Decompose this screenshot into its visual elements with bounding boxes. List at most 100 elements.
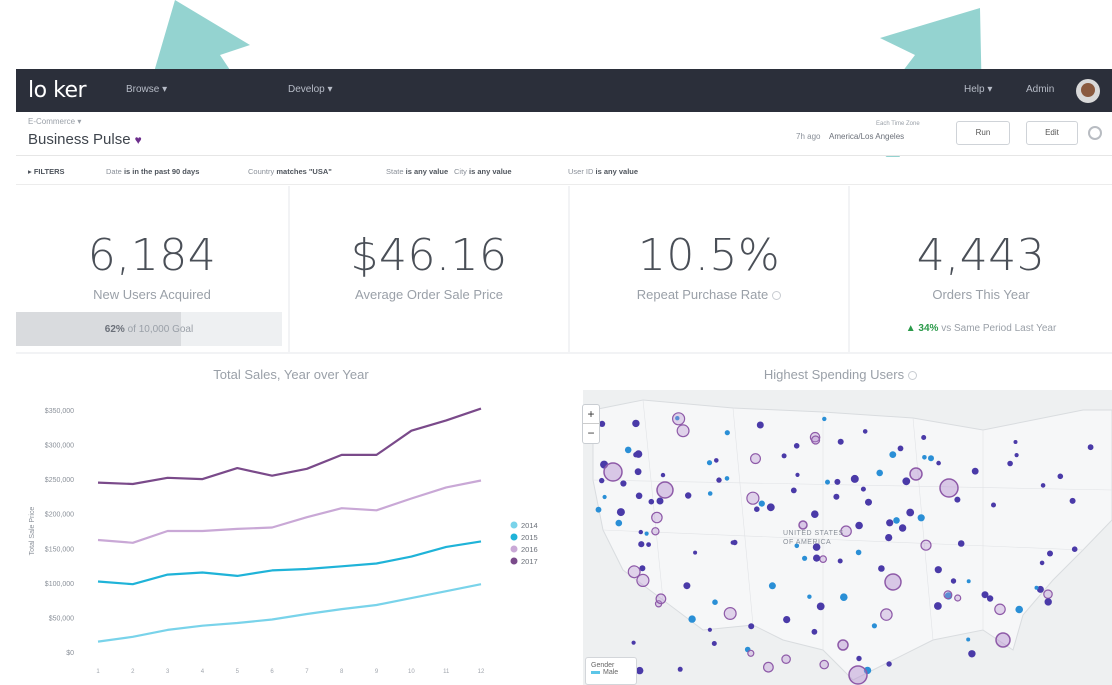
filters-toggle[interactable]: ▸ FILTERS <box>28 167 65 176</box>
usa-map[interactable]: UNITED STATES OF AMERICA <box>583 390 1112 685</box>
map-point[interactable] <box>781 453 787 459</box>
map-point[interactable] <box>897 445 904 452</box>
map-point-large[interactable] <box>884 573 902 591</box>
map-point[interactable] <box>768 582 776 590</box>
map-point[interactable] <box>898 524 907 532</box>
map-point[interactable] <box>813 554 821 562</box>
map-point[interactable] <box>723 607 737 621</box>
map-point[interactable] <box>950 578 957 584</box>
map-point[interactable] <box>1015 605 1023 614</box>
map-point[interactable] <box>860 486 866 492</box>
zoom-out-button[interactable]: − <box>583 424 599 442</box>
map-point[interactable] <box>1057 473 1064 480</box>
map-point[interactable] <box>711 641 717 646</box>
map-point[interactable] <box>856 655 862 662</box>
map-point[interactable] <box>1034 585 1039 590</box>
map-point-large[interactable] <box>848 665 868 685</box>
map-point[interactable] <box>685 492 692 499</box>
map-point[interactable] <box>1040 483 1046 488</box>
map-point[interactable] <box>638 529 643 535</box>
map-point[interactable] <box>981 591 989 599</box>
map-point[interactable] <box>756 421 764 429</box>
map-point[interactable] <box>834 478 841 485</box>
map-point[interactable] <box>893 517 900 524</box>
map-point[interactable] <box>716 477 722 483</box>
map-point-large[interactable] <box>798 520 808 530</box>
map-point[interactable] <box>660 472 666 478</box>
map-point[interactable] <box>876 469 883 477</box>
map-point[interactable] <box>921 435 927 440</box>
map-point[interactable] <box>862 429 868 434</box>
timezone-select[interactable]: America/Los Angeles <box>829 132 904 141</box>
map-point[interactable] <box>966 579 971 584</box>
map-point[interactable] <box>648 498 655 505</box>
map-point[interactable] <box>747 649 755 657</box>
map-point[interactable] <box>954 594 962 602</box>
map-point[interactable] <box>878 565 885 572</box>
map-point[interactable] <box>766 503 775 512</box>
map-point[interactable] <box>677 666 683 672</box>
map-point[interactable] <box>683 582 691 590</box>
map-point[interactable] <box>971 467 979 475</box>
map-point[interactable] <box>917 514 925 522</box>
map-point[interactable] <box>748 623 755 630</box>
map-point[interactable] <box>638 541 645 548</box>
map-point[interactable] <box>1047 550 1053 557</box>
map-point[interactable] <box>880 608 893 621</box>
filter-city[interactable]: City is any value <box>454 167 512 176</box>
map-point[interactable] <box>994 603 1006 616</box>
run-button[interactable]: Run <box>956 121 1010 145</box>
map-point[interactable] <box>968 650 976 658</box>
map-point[interactable] <box>635 492 643 500</box>
map-point[interactable] <box>688 615 696 623</box>
map-point[interactable] <box>934 566 942 574</box>
map-point[interactable] <box>886 661 892 667</box>
map-point[interactable] <box>693 550 698 555</box>
map-point[interactable] <box>943 590 953 600</box>
map-point[interactable] <box>1043 589 1053 599</box>
zoom-in-button[interactable]: + <box>583 405 599 424</box>
nav-help[interactable]: Help ▾ <box>964 84 992 95</box>
map-point[interactable] <box>714 458 719 463</box>
map-point[interactable] <box>811 628 818 635</box>
map-point[interactable] <box>802 555 808 561</box>
map-point[interactable] <box>707 627 712 632</box>
nav-browse[interactable]: Browse ▾ <box>126 84 167 95</box>
filter-state[interactable]: State is any value <box>386 167 448 176</box>
map-point[interactable] <box>750 453 762 465</box>
map-point[interactable] <box>871 623 877 629</box>
map-point[interactable] <box>676 424 690 438</box>
map-point[interactable] <box>886 519 894 527</box>
map-point[interactable] <box>840 593 848 601</box>
map-point[interactable] <box>850 474 859 483</box>
map-point[interactable] <box>1039 560 1045 566</box>
nav-develop[interactable]: Develop ▾ <box>288 84 333 95</box>
map-point-large[interactable] <box>939 478 959 498</box>
map-point[interactable] <box>1014 453 1019 458</box>
map-point[interactable] <box>819 555 828 564</box>
edit-button[interactable]: Edit <box>1026 121 1078 145</box>
info-icon[interactable] <box>772 291 782 301</box>
map-point[interactable] <box>816 602 825 611</box>
map-point[interactable] <box>636 666 644 675</box>
map-point[interactable] <box>795 472 800 477</box>
map-point[interactable] <box>620 480 627 487</box>
map-point[interactable] <box>811 510 819 518</box>
map-point[interactable] <box>762 661 774 673</box>
info-icon[interactable] <box>908 371 918 381</box>
map-point[interactable] <box>724 476 730 481</box>
map-point[interactable] <box>855 549 862 556</box>
map-point[interactable] <box>712 599 718 605</box>
map-point[interactable] <box>855 521 863 530</box>
map-point[interactable] <box>889 451 897 458</box>
map-point[interactable] <box>758 500 765 507</box>
map-point[interactable] <box>599 477 605 484</box>
map-point[interactable] <box>934 602 942 610</box>
map-point[interactable] <box>957 540 965 547</box>
gear-icon[interactable] <box>1088 126 1102 140</box>
map-point[interactable] <box>634 468 642 476</box>
map-point[interactable] <box>811 435 821 445</box>
map-point[interactable] <box>724 430 730 436</box>
map-point[interactable] <box>656 497 664 505</box>
map-point[interactable] <box>865 498 872 506</box>
